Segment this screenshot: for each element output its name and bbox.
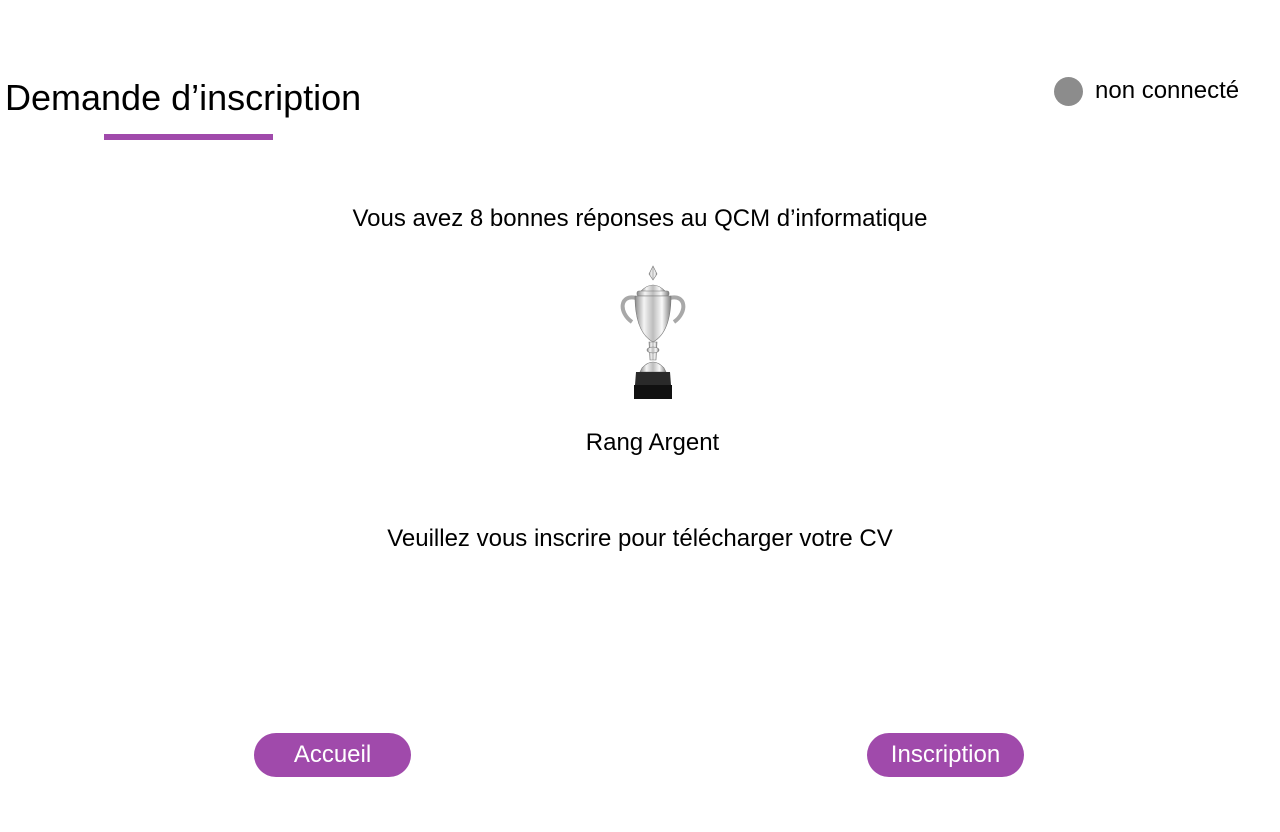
connection-status: non connecté xyxy=(1054,76,1239,106)
title-underline xyxy=(104,134,273,140)
rank-label: Rang Argent xyxy=(585,429,720,456)
status-label: non connecté xyxy=(1095,77,1240,104)
status-dot-icon xyxy=(1054,76,1083,106)
page-title: Demande d’inscription xyxy=(5,77,362,118)
register-prompt: Veuillez vous inscrire pour télécharger … xyxy=(387,525,893,552)
home-button[interactable]: Accueil xyxy=(254,733,411,777)
page: Demande d’inscription non connecté Vous … xyxy=(0,0,1280,832)
silver-trophy-icon xyxy=(620,265,686,399)
score-message: Vous avez 8 bonnes réponses au QCM d’inf… xyxy=(352,205,928,232)
register-button[interactable]: Inscription xyxy=(867,733,1024,777)
